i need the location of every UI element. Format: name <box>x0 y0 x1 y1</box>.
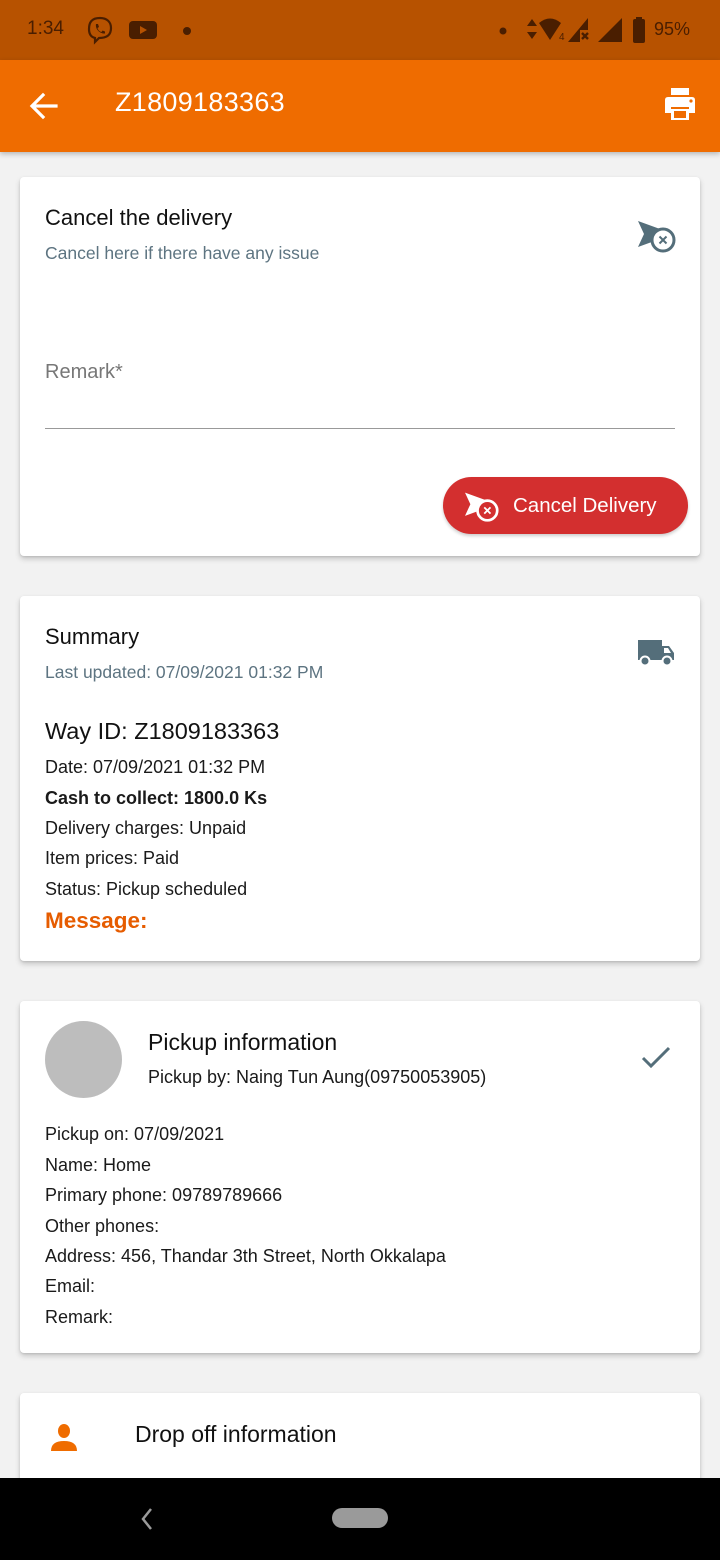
pickup-card[interactable]: Pickup information Pickup by: Naing Tun … <box>20 1001 700 1353</box>
battery-icon <box>633 17 645 43</box>
truck-icon <box>638 640 674 667</box>
data-arrows-icon <box>527 19 537 39</box>
way-id: Way ID: Z1809183363 <box>45 718 280 744</box>
primary-phone: Primary phone: 09789789666 <box>45 1185 283 1205</box>
pickup-remark: Remark: <box>45 1307 114 1327</box>
cancel-delivery-label: Cancel Delivery <box>513 493 657 517</box>
cancel-delivery-button[interactable]: Cancel Delivery <box>443 477 688 534</box>
printer-icon[interactable] <box>662 86 698 122</box>
dropoff-title: Drop off information <box>135 1421 337 1447</box>
summary-title: Summary <box>45 624 140 649</box>
pickup-title: Pickup information <box>148 1029 338 1055</box>
check-icon <box>641 1046 671 1069</box>
last-updated: Last updated: 07/09/2021 01:32 PM <box>45 662 324 682</box>
message-label: Message: <box>45 908 148 933</box>
person-icon <box>51 1424 77 1451</box>
nav-home-button[interactable] <box>332 1508 388 1528</box>
cash-to-collect: Cash to collect: 1800.0 Ks <box>45 788 268 808</box>
dropoff-card[interactable]: Drop off information <box>20 1393 700 1478</box>
signal-icon <box>598 18 622 42</box>
cancel-delivery-icon <box>638 221 676 253</box>
viber-icon <box>87 16 113 45</box>
delivery-status: Status: Pickup scheduled <box>45 879 248 899</box>
pickup-name: Name: Home <box>45 1155 152 1175</box>
cancel-card-title: Cancel the delivery <box>45 205 233 230</box>
status-time: 1:34 <box>27 18 64 39</box>
avatar <box>45 1021 122 1098</box>
notification-dot-icon <box>499 27 507 35</box>
status-bar: 1:34 4 95% <box>0 0 720 60</box>
cancel-card-subtitle: Cancel here if there have any issue <box>45 243 320 263</box>
cancel-delivery-card: Cancel the delivery Cancel here if there… <box>20 177 700 556</box>
pickup-email: Email: <box>45 1276 96 1296</box>
battery-percent: 95% <box>653 19 690 39</box>
delivery-charges: Delivery charges: Unpaid <box>45 818 247 838</box>
nav-back-icon[interactable] <box>136 1504 158 1534</box>
app-bar: Z1809183363 <box>0 60 720 152</box>
svg-text:4: 4 <box>559 32 565 42</box>
pickup-by: Pickup by: Naing Tun Aung(09750053905) <box>148 1067 487 1087</box>
cancel-delivery-icon <box>465 492 499 522</box>
arrow-back-icon[interactable] <box>26 88 62 124</box>
pickup-on: Pickup on: 07/09/2021 <box>45 1124 225 1144</box>
youtube-icon <box>129 21 157 39</box>
page-title: Z1809183363 <box>115 87 285 117</box>
other-phones: Other phones: <box>45 1216 160 1236</box>
summary-card: Summary Last updated: 07/09/2021 01:32 P… <box>20 596 700 961</box>
system-nav-bar <box>0 1478 720 1560</box>
signal-no-service-icon <box>568 18 589 42</box>
item-prices: Item prices: Paid <box>45 848 180 868</box>
wifi-icon: 4 <box>539 18 565 42</box>
pickup-address: Address: 456, Thandar 3th Street, North … <box>45 1246 446 1266</box>
summary-date: Date: 07/09/2021 01:32 PM <box>45 757 266 777</box>
remark-input[interactable] <box>45 352 675 429</box>
content-scroll[interactable]: Cancel the delivery Cancel here if there… <box>0 152 720 1478</box>
notification-dot-icon <box>183 27 191 35</box>
